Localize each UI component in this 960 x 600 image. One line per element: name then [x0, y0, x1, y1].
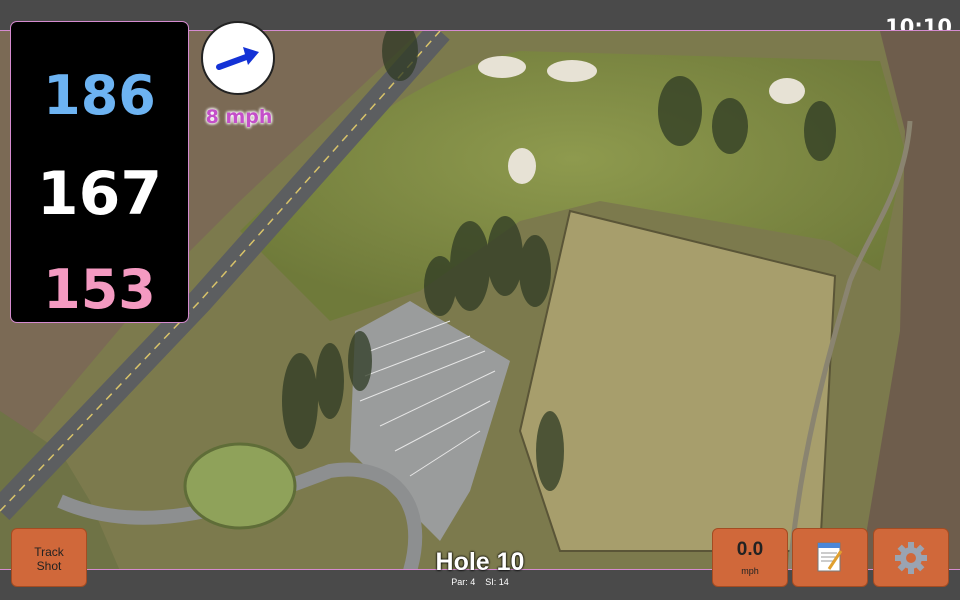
wind-indicator [201, 21, 275, 95]
hole-title: Hole 10 [435, 548, 525, 576]
wind-speed-label: 8 mph [205, 106, 273, 128]
notepad-icon [817, 542, 843, 572]
speed-value: 0.0 [736, 539, 764, 560]
hole-par: Par: 4 [451, 577, 476, 587]
middle-yardage: 167 [36, 159, 163, 229]
gear-icon [895, 542, 927, 574]
hole-stroke-index: SI: 14 [485, 577, 509, 587]
speed-unit: mph [741, 566, 759, 576]
yardage-panel: 186 167 153 [11, 22, 188, 322]
speed-button[interactable]: 0.0 mph [712, 528, 788, 587]
hole-info: Par: 4 SI: 14 [380, 577, 580, 587]
back-yardage: 186 [43, 64, 156, 127]
notes-button[interactable] [792, 528, 868, 587]
track-shot-button[interactable]: Track Shot [11, 528, 87, 587]
track-shot-label-line2: Shot [36, 559, 62, 573]
settings-button[interactable] [873, 528, 949, 587]
front-yardage: 153 [43, 258, 156, 321]
track-shot-label-line1: Track [34, 545, 64, 559]
wind-arrow-icon [216, 47, 259, 70]
